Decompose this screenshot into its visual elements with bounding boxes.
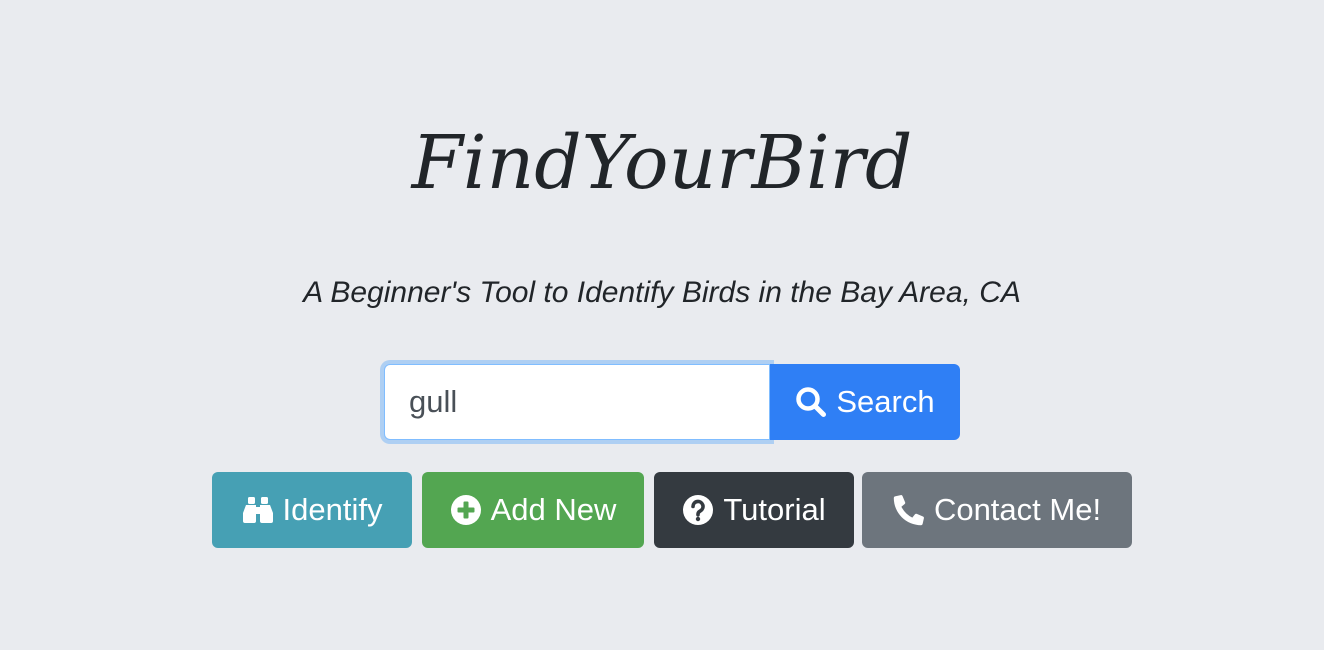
search-button-label: Search <box>836 384 935 419</box>
action-buttons: Identify Add New Tutorial Contact Me! <box>212 472 1132 548</box>
phone-icon <box>893 494 925 526</box>
search-button[interactable]: Search <box>770 364 960 440</box>
page-subtitle: A Beginner's Tool to Identify Birds in t… <box>303 276 1021 309</box>
search-form: Search <box>384 364 960 440</box>
plus-circle-icon <box>450 494 482 526</box>
add-new-button[interactable]: Add New <box>422 472 644 548</box>
identify-button[interactable]: Identify <box>212 472 412 548</box>
search-input[interactable] <box>384 364 770 440</box>
binoculars-icon <box>242 494 274 526</box>
search-icon <box>795 386 827 418</box>
add-new-button-label: Add New <box>490 492 617 527</box>
contact-button-label: Contact Me! <box>933 492 1102 527</box>
question-circle-icon <box>682 494 714 526</box>
identify-button-label: Identify <box>282 492 383 527</box>
contact-button[interactable]: Contact Me! <box>862 472 1132 548</box>
tutorial-button[interactable]: Tutorial <box>654 472 854 548</box>
tutorial-button-label: Tutorial <box>723 492 826 527</box>
page-title: FindYourBird <box>411 120 913 206</box>
